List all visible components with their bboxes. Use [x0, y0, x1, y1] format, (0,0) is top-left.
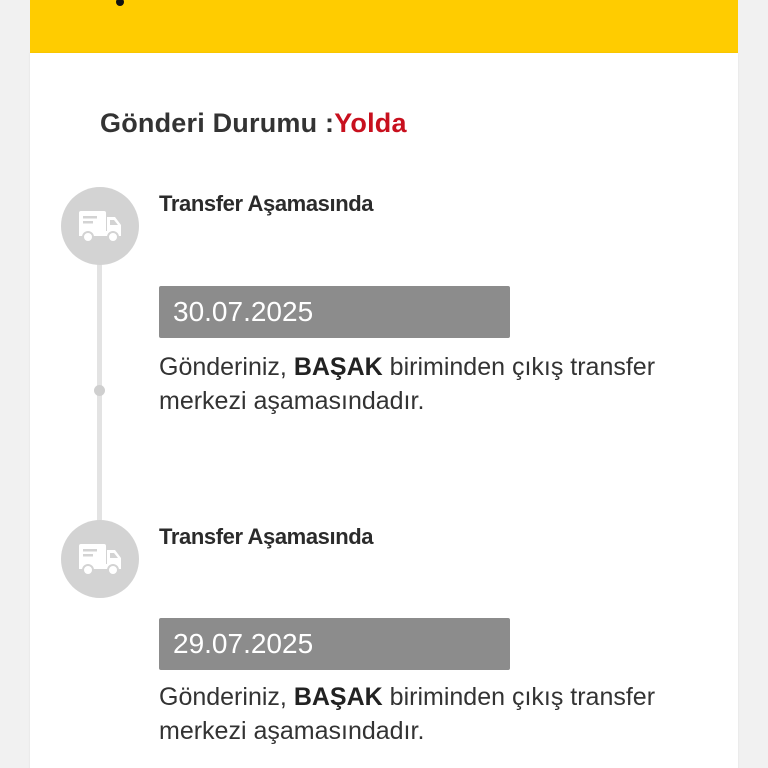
event-date: 30.07.2025 — [159, 286, 510, 338]
header-marker — [116, 0, 124, 6]
event-description: Gönderiniz, BAŞAK biriminden çıkış trans… — [159, 680, 679, 748]
event-title: Transfer Aşamasında — [159, 524, 374, 549]
event-date: 29.07.2025 — [159, 618, 510, 670]
event-title: Transfer Aşamasında — [159, 191, 374, 216]
timeline-dot — [94, 385, 105, 396]
truck-icon — [61, 520, 139, 598]
event-desc-prefix: Gönderiniz, — [159, 683, 287, 711]
shipment-tracking-page: Gönderi Durumu :Yolda Transfer Aşamasınd… — [0, 0, 768, 768]
event-desc-prefix: Gönderiniz, — [159, 353, 287, 381]
status-label: Gönderi Durumu : — [100, 108, 335, 138]
header-bar — [30, 0, 738, 53]
truck-icon — [61, 187, 139, 265]
shipment-status: Gönderi Durumu :Yolda — [100, 108, 407, 139]
event-description: Gönderiniz, BAŞAK biriminden çıkış trans… — [159, 350, 679, 418]
event-desc-unit: BAŞAK — [293, 683, 383, 711]
status-value: Yolda — [334, 108, 407, 138]
event-desc-unit: BAŞAK — [293, 353, 383, 381]
truck-icon-graphic — [79, 544, 121, 576]
truck-icon-graphic — [79, 211, 121, 243]
